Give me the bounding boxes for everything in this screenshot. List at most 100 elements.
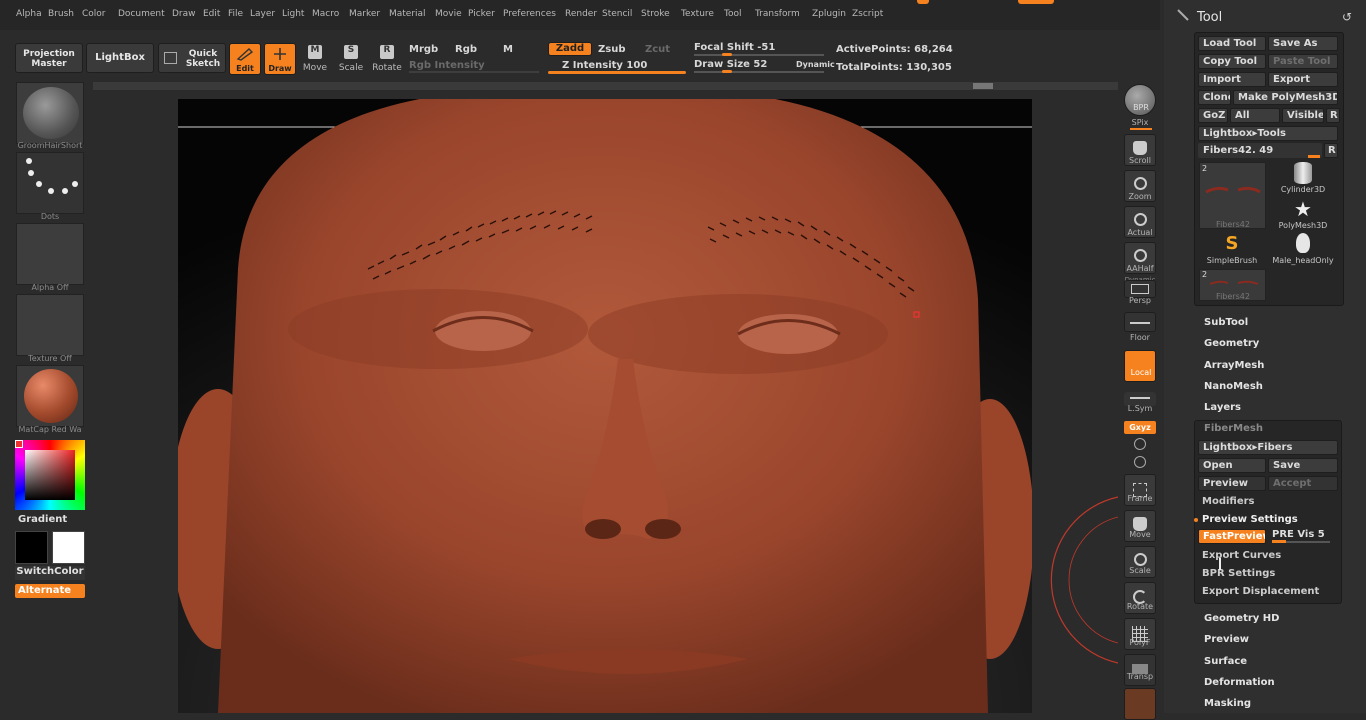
quick-sketch-button[interactable]: Quick Sketch: [158, 43, 226, 73]
menu-render[interactable]: Render: [565, 9, 597, 19]
bpr-button[interactable]: BPR: [1124, 84, 1156, 116]
menu-layer[interactable]: Layer: [250, 9, 275, 19]
menu-texture[interactable]: Texture: [681, 9, 714, 19]
arraymesh-section[interactable]: ArrayMesh: [1204, 360, 1264, 371]
fibers-save-button[interactable]: Save: [1268, 458, 1338, 473]
fibers-open-button[interactable]: Open: [1198, 458, 1266, 473]
transp-button[interactable]: [1124, 654, 1156, 686]
r-button[interactable]: R: [1326, 108, 1340, 123]
horizontal-scrollbar[interactable]: [93, 82, 1118, 90]
move-button[interactable]: M Move: [300, 43, 330, 77]
lightbox-button[interactable]: LightBox: [86, 43, 154, 73]
export-curves-section[interactable]: Export Curves: [1202, 550, 1281, 561]
polymesh3d-thumbnail[interactable]: ★ PolyMesh3D: [1270, 198, 1336, 232]
draw-button[interactable]: Draw: [264, 43, 296, 75]
dynamic-toggle[interactable]: Dynamic: [796, 60, 835, 69]
scrollbar-thumb[interactable]: [973, 83, 993, 89]
zsub-button[interactable]: Zsub: [598, 44, 625, 55]
texture-thumbnail[interactable]: [16, 294, 84, 356]
menu-stencil[interactable]: Stencil: [602, 9, 632, 19]
secondary-color-swatch[interactable]: [52, 531, 85, 564]
material-thumbnail[interactable]: [16, 365, 84, 427]
local-button[interactable]: Local: [1124, 350, 1156, 382]
draw-size-slider[interactable]: Draw Size 52: [694, 59, 767, 70]
scale-button[interactable]: S Scale: [336, 43, 366, 77]
lightbox-fibers-button[interactable]: Lightbox▸Fibers: [1198, 440, 1338, 455]
geometry-section[interactable]: Geometry: [1204, 338, 1259, 349]
fibers-accept-button[interactable]: Accept: [1268, 476, 1338, 491]
brush-thumbnail[interactable]: [16, 82, 84, 144]
document-canvas[interactable]: [178, 99, 1032, 713]
menu-transform[interactable]: Transform: [755, 9, 800, 19]
head-model[interactable]: [178, 99, 1032, 713]
z-intensity-slider[interactable]: Z Intensity 100: [562, 60, 647, 71]
export-displacement-section[interactable]: Export Displacement: [1202, 586, 1319, 597]
preview-section[interactable]: Preview: [1204, 634, 1249, 645]
zcut-button[interactable]: Zcut: [645, 44, 670, 55]
menu-zplugin[interactable]: Zplugin: [812, 9, 846, 19]
all-button[interactable]: All: [1230, 108, 1280, 123]
menu-material[interactable]: Material: [389, 9, 426, 19]
modifiers-section[interactable]: Modifiers: [1202, 496, 1255, 507]
preview-settings-section[interactable]: Preview Settings: [1202, 514, 1298, 525]
cylinder3d-thumbnail[interactable]: Cylinder3D: [1270, 162, 1336, 196]
copy-tool-button[interactable]: Copy Tool: [1198, 54, 1266, 69]
switch-color-button[interactable]: SwitchColor: [15, 566, 85, 580]
floor-button[interactable]: [1124, 312, 1156, 332]
menu-tool[interactable]: Tool: [724, 9, 741, 19]
menu-picker[interactable]: Picker: [468, 9, 495, 19]
menu-brush[interactable]: Brush: [48, 9, 74, 19]
visible-button[interactable]: Visible: [1282, 108, 1324, 123]
menu-stroke[interactable]: Stroke: [641, 9, 670, 19]
subtool-section[interactable]: SubTool: [1204, 317, 1248, 328]
primary-color-swatch[interactable]: [15, 531, 48, 564]
clone-button[interactable]: Clone: [1198, 90, 1231, 105]
rgb-intensity-slider[interactable]: Rgb Intensity: [409, 60, 485, 71]
menu-file[interactable]: File: [228, 9, 243, 19]
nanomesh-section[interactable]: NanoMesh: [1204, 381, 1263, 392]
paste-tool-button[interactable]: Paste Tool: [1268, 54, 1338, 69]
fibers42-thumbnail-2[interactable]: 2 Fibers42: [1199, 269, 1266, 301]
save-as-button[interactable]: Save As: [1268, 36, 1338, 51]
goz-button[interactable]: GoZ: [1198, 108, 1228, 123]
menu-preferences[interactable]: Preferences: [503, 9, 556, 19]
xyz-button[interactable]: Gxyz: [1124, 421, 1156, 434]
export-button[interactable]: Export: [1268, 72, 1338, 87]
bpr-settings-section[interactable]: BPR Settings: [1202, 568, 1275, 579]
lightbox-tools-button[interactable]: Lightbox▸Tools: [1198, 126, 1338, 141]
geometry-hd-section[interactable]: Geometry HD: [1204, 613, 1279, 624]
r-button-2[interactable]: R: [1324, 143, 1338, 158]
menu-alpha[interactable]: Alpha: [16, 9, 42, 19]
simplebrush-thumbnail[interactable]: S SimpleBrush: [1199, 233, 1265, 267]
menu-movie[interactable]: Movie: [435, 9, 462, 19]
projection-master-button[interactable]: Projection Master: [15, 43, 83, 73]
pre-vis-slider[interactable]: PRE Vis 5: [1272, 529, 1325, 540]
make-polymesh-button[interactable]: Make PolyMesh3D: [1233, 90, 1338, 105]
m-toggle[interactable]: M: [503, 44, 513, 55]
deformation-section[interactable]: Deformation: [1204, 677, 1275, 688]
import-button[interactable]: Import: [1198, 72, 1266, 87]
spix-slider[interactable]: SPix: [1118, 118, 1162, 127]
edit-button[interactable]: Edit: [229, 43, 261, 75]
menu-marker[interactable]: Marker: [349, 9, 380, 19]
menu-document[interactable]: Document: [118, 9, 165, 19]
rotate-y-icon[interactable]: [1134, 438, 1146, 450]
load-tool-button[interactable]: Load Tool: [1198, 36, 1266, 51]
menu-edit[interactable]: Edit: [203, 9, 220, 19]
focal-shift-slider[interactable]: Focal Shift -51: [694, 42, 775, 53]
color-picker[interactable]: [15, 440, 85, 510]
zadd-button[interactable]: Zadd: [548, 42, 592, 56]
menu-zscript[interactable]: Zscript: [852, 9, 883, 19]
fibers-preview-button[interactable]: Preview: [1198, 476, 1266, 491]
gradient-label[interactable]: Gradient: [18, 514, 67, 525]
masking-section[interactable]: Masking: [1204, 698, 1251, 709]
mrgb-toggle[interactable]: Mrgb: [409, 44, 438, 55]
fast-preview-button[interactable]: FastPreview: [1198, 529, 1266, 544]
fibers42-thumbnail[interactable]: 2 Fibers42: [1199, 162, 1266, 229]
male-headonly-thumbnail[interactable]: Male_headOnly: [1270, 233, 1336, 267]
rgb-toggle[interactable]: Rgb: [455, 44, 477, 55]
menu-macro[interactable]: Macro: [312, 9, 339, 19]
menu-color[interactable]: Color: [82, 9, 106, 19]
fibermesh-title[interactable]: FiberMesh: [1204, 423, 1263, 434]
current-tool-slider[interactable]: Fibers42. 49: [1198, 143, 1322, 158]
